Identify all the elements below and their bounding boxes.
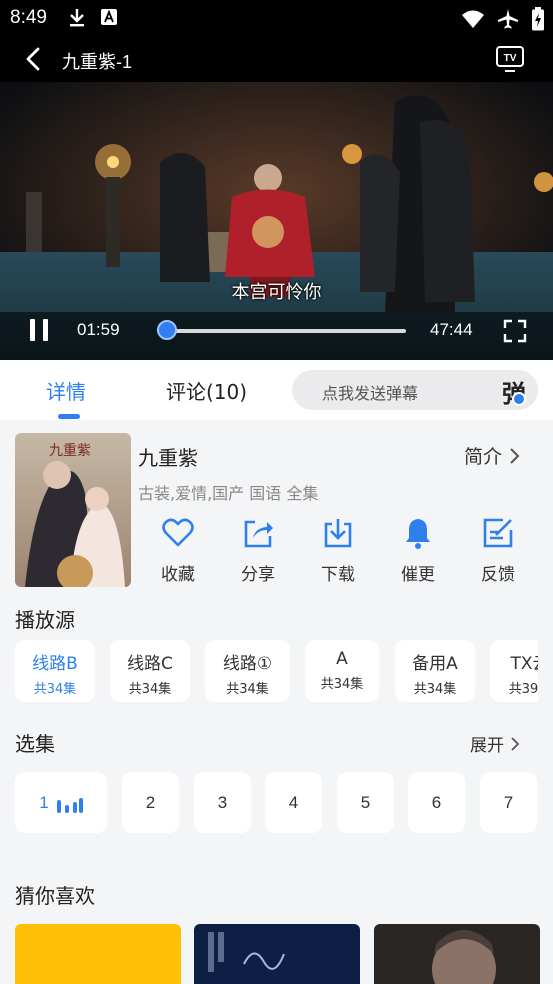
heart-icon (162, 518, 194, 547)
svg-text:TV: TV (504, 53, 517, 64)
chevron-right-icon (511, 736, 520, 751)
episode-item[interactable]: 7 (480, 772, 537, 833)
danmaku-input[interactable]: 点我发送弹幕 弹 (292, 370, 538, 410)
show-tags: 古装,爱情,国产 国语 全集 (138, 484, 319, 503)
a-notification-icon (101, 9, 117, 25)
source-count: 共34集 (33, 682, 77, 697)
danmaku-check-badge (512, 392, 526, 406)
intro-link[interactable]: 简介 (464, 442, 522, 469)
source-item[interactable]: A 共34集 (305, 640, 379, 702)
video-player[interactable]: 本宫可怜你 01:59 47:44 (0, 82, 553, 360)
share-icon (244, 520, 273, 548)
episode-list: 1 2 3 4 5 6 7 (15, 772, 538, 834)
episode-item[interactable]: 2 (122, 772, 179, 833)
share-button[interactable]: 分享 (228, 516, 288, 585)
episode-item[interactable]: 6 (408, 772, 465, 833)
episode-item[interactable]: 1 (15, 772, 107, 833)
poster-image: 九重紫 (15, 433, 131, 587)
source-count: 共34集 (128, 682, 172, 697)
detail-content: 九重紫 九重紫 简介 古装,爱情,国产 国语 全集 收藏 分享 下载 催更 反馈… (0, 420, 553, 984)
recommend-thumbnail (374, 924, 540, 984)
status-bar: 8:49 (0, 0, 553, 36)
recommend-thumbnail (194, 924, 360, 984)
feedback-label: 反馈 (481, 565, 515, 585)
poster-title-text: 九重紫 (49, 443, 91, 459)
expand-label: 展开 (470, 736, 504, 756)
source-count: 共39集 (508, 682, 538, 697)
progress-knob[interactable] (157, 320, 178, 340)
download-button[interactable]: 下载 (308, 516, 368, 585)
chevron-right-icon (510, 447, 520, 464)
source-name: 线路① (222, 654, 273, 674)
show-poster[interactable]: 九重紫 (15, 433, 131, 587)
danmaku-placeholder: 点我发送弹幕 (322, 384, 419, 403)
source-name: TX云 (510, 654, 538, 674)
feedback-button[interactable]: 反馈 (468, 516, 528, 585)
expand-episodes-button[interactable]: 展开 (470, 731, 522, 756)
chevron-left-icon[interactable] (22, 47, 46, 71)
source-item[interactable]: 线路① 共34集 (205, 640, 290, 702)
share-label: 分享 (241, 565, 275, 585)
recommend-title: 猜你喜欢 (15, 884, 95, 908)
source-name: 备用A (412, 654, 458, 674)
source-item[interactable]: 线路B 共34集 (15, 640, 95, 702)
source-item[interactable]: 线路C 共34集 (110, 640, 190, 702)
intro-label: 简介 (464, 446, 503, 468)
source-name: 线路B (32, 654, 78, 674)
recommend-card[interactable] (374, 924, 540, 984)
status-time: 8:49 (10, 7, 47, 28)
recommend-card[interactable] (194, 924, 360, 984)
progress-track[interactable] (157, 329, 406, 333)
favorite-label: 收藏 (161, 565, 195, 585)
source-count: 共34集 (320, 677, 364, 692)
tab-active-indicator (58, 414, 80, 419)
current-time: 01:59 (77, 320, 120, 339)
episode-item[interactable]: 3 (194, 772, 251, 833)
player-controls: 01:59 47:44 (0, 312, 553, 360)
action-bar: 收藏 分享 下载 催更 反馈 (138, 516, 538, 586)
video-subtitle: 本宫可怜你 (231, 282, 322, 303)
episode-number: 1 (39, 793, 49, 812)
source-list: 线路B 共34集 线路C 共34集 线路① 共34集 A 共34集 备用A 共3… (15, 640, 538, 704)
episode-item[interactable]: 5 (337, 772, 394, 833)
playing-bars-icon (56, 797, 83, 813)
wifi-icon (462, 10, 484, 28)
source-count: 共34集 (413, 682, 457, 697)
show-title: 九重紫 (138, 446, 198, 470)
download-box-icon (324, 519, 352, 548)
sources-title: 播放源 (15, 608, 75, 632)
feedback-edit-icon (483, 518, 513, 548)
tv-cast-icon[interactable]: TV (495, 45, 525, 73)
detail-tabs: 详情 评论(10) 点我发送弹幕 弹 (0, 360, 553, 420)
download-icon (70, 9, 84, 27)
source-name: 线路C (127, 654, 173, 674)
source-name: A (336, 649, 348, 669)
total-duration: 47:44 (430, 320, 473, 339)
source-item[interactable]: TX云 共39集 (490, 640, 538, 702)
fullscreen-icon[interactable] (503, 319, 527, 343)
tab-details[interactable]: 详情 (46, 376, 86, 405)
download-label: 下载 (321, 565, 355, 585)
episode-item[interactable]: 4 (265, 772, 322, 833)
recommend-card[interactable] (15, 924, 181, 984)
remind-label: 催更 (401, 565, 435, 585)
source-count: 共34集 (226, 682, 269, 697)
tab-comments[interactable]: 评论(10) (166, 376, 247, 405)
source-item[interactable]: 备用A 共34集 (395, 640, 475, 702)
remind-button[interactable]: 催更 (388, 516, 448, 585)
favorite-button[interactable]: 收藏 (148, 516, 208, 585)
title-bar: 九重紫-1 TV (0, 36, 553, 82)
battery-charging-icon (532, 7, 544, 31)
pause-icon[interactable] (28, 318, 50, 342)
bell-icon (406, 519, 430, 549)
airplane-icon (498, 9, 518, 29)
episodes-title: 选集 (15, 732, 55, 756)
page-title: 九重紫-1 (62, 52, 133, 72)
